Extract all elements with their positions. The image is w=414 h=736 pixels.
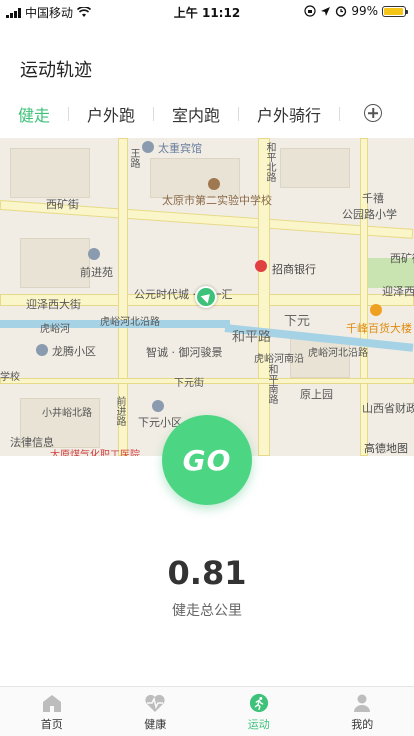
nav-mine[interactable]: 我的 [311,687,414,736]
store-poi-icon [370,304,382,316]
map-label-xikuang-east: 西矿街 [390,252,414,265]
status-bar: 中国移动 上午 11:12 99% [0,0,414,22]
location-arrow-icon [321,6,331,16]
map-label-xiaojing: 小井峪北路 [42,408,92,419]
map-label-falv: 法律信息 [10,436,54,449]
status-right: 99% [304,4,408,18]
nav-sport-label: 运动 [247,718,270,731]
map-label-wangzhe: 王路 [128,148,139,168]
map-label-huyu-north2: 虎峪河北沿路 [308,348,368,359]
page-title: 运动轨迹 [20,60,92,81]
person-icon [354,694,371,712]
school-poi-icon [208,178,220,190]
qianjin-poi-icon [88,248,100,260]
map-label-heping-north: 和平北路 [264,142,275,182]
runner-icon [249,693,268,713]
battery-icon [382,5,408,17]
map-view[interactable]: 太重宾馆 太原市第二实验中学校 公园路小学 千禧 西矿街 西矿街 前进苑 招商银… [0,138,414,456]
road-xiayuan [0,378,414,384]
map-label-bank: 招商银行 [272,263,316,276]
map-block [280,148,350,188]
road-heping [258,138,270,456]
sport-tabs: 健走 户外跑 室内跑 户外骑行 [0,100,414,128]
map-label-heping-south: 和平南路 [266,364,277,404]
tab-divider [339,107,341,121]
nav-mine-label: 我的 [351,718,374,731]
map-label-gongyuan-school: 公园路小学 [342,208,397,221]
lock-rotation-icon [304,5,316,17]
map-label-xikuang: 西矿街 [46,198,79,211]
add-tab-icon[interactable] [364,104,382,122]
nav-health[interactable]: 健康 [104,687,208,736]
map-label-hospital: 太原煤气化职工医院 [50,450,140,456]
bottom-nav: 首页 健康 运动 我的 [0,686,414,736]
map-label-qianjin-rd: 前进路 [114,396,125,426]
map-label-school: 太原市第二实验中学校 [162,194,272,207]
nav-health-label: 健康 [144,718,167,731]
map-label-zhicheng: 智诚 · 御河骏景 [146,346,223,359]
xiayuan-poi-icon [152,400,164,412]
tab-indoor-run[interactable]: 室内跑 [154,102,238,126]
map-label-yingze: 迎泽西大街 [26,298,81,311]
longteng-poi-icon [36,344,48,356]
map-label-xiayuan: 下元 [284,314,311,329]
map-label-huyu: 虎峪河 [40,324,70,335]
map-label-qianfeng: 千峰百货大楼 [346,322,412,335]
tab-outdoor-run[interactable]: 户外跑 [69,102,153,126]
hotel-poi-icon [142,141,154,153]
tab-walk[interactable]: 健走 [0,102,68,126]
nav-sport[interactable]: 运动 [207,687,311,736]
map-label-hotel: 太重宾馆 [158,142,202,155]
map-label-qianjin-yuan: 前进苑 [80,266,113,279]
nav-home[interactable]: 首页 [0,687,104,736]
map-label-qiansheng: 千禧 [362,192,384,205]
distance-label: 健走总公里 [172,603,242,619]
nav-home-label: 首页 [40,718,63,731]
map-label-huyu-south: 虎峪河南沿 [254,354,304,365]
heart-pulse-icon [145,694,165,712]
go-button[interactable]: GO [162,415,252,505]
battery-percent: 99% [351,4,378,18]
map-label-hupan: 虎峪河北沿路 [100,317,160,328]
current-location-icon [195,286,217,308]
map-block [20,238,90,288]
map-label-mall: 公元时代城 · 新一汇 [134,288,233,301]
map-label-yuanshang: 原上园 [300,388,333,401]
map-label-longteng: 龙腾小区 [52,345,96,358]
map-label-xiayuan-st: 下元街 [174,378,204,389]
map-block [10,148,90,198]
map-label-shanxi-fin: 山西省财政 [362,402,414,415]
distance-value: 0.81 [167,554,247,592]
map-label-gaode: 高德地图 [364,442,408,455]
map-label-yingze-east: 迎泽西大 [382,285,414,298]
bank-poi-icon [255,260,267,272]
map-label-jiaoxiao: 学校 [0,372,20,383]
alarm-icon [336,6,347,17]
map-label-heping-rd: 和平路 [232,330,272,345]
home-icon [42,695,61,712]
tab-outdoor-ride[interactable]: 户外骑行 [239,102,339,126]
